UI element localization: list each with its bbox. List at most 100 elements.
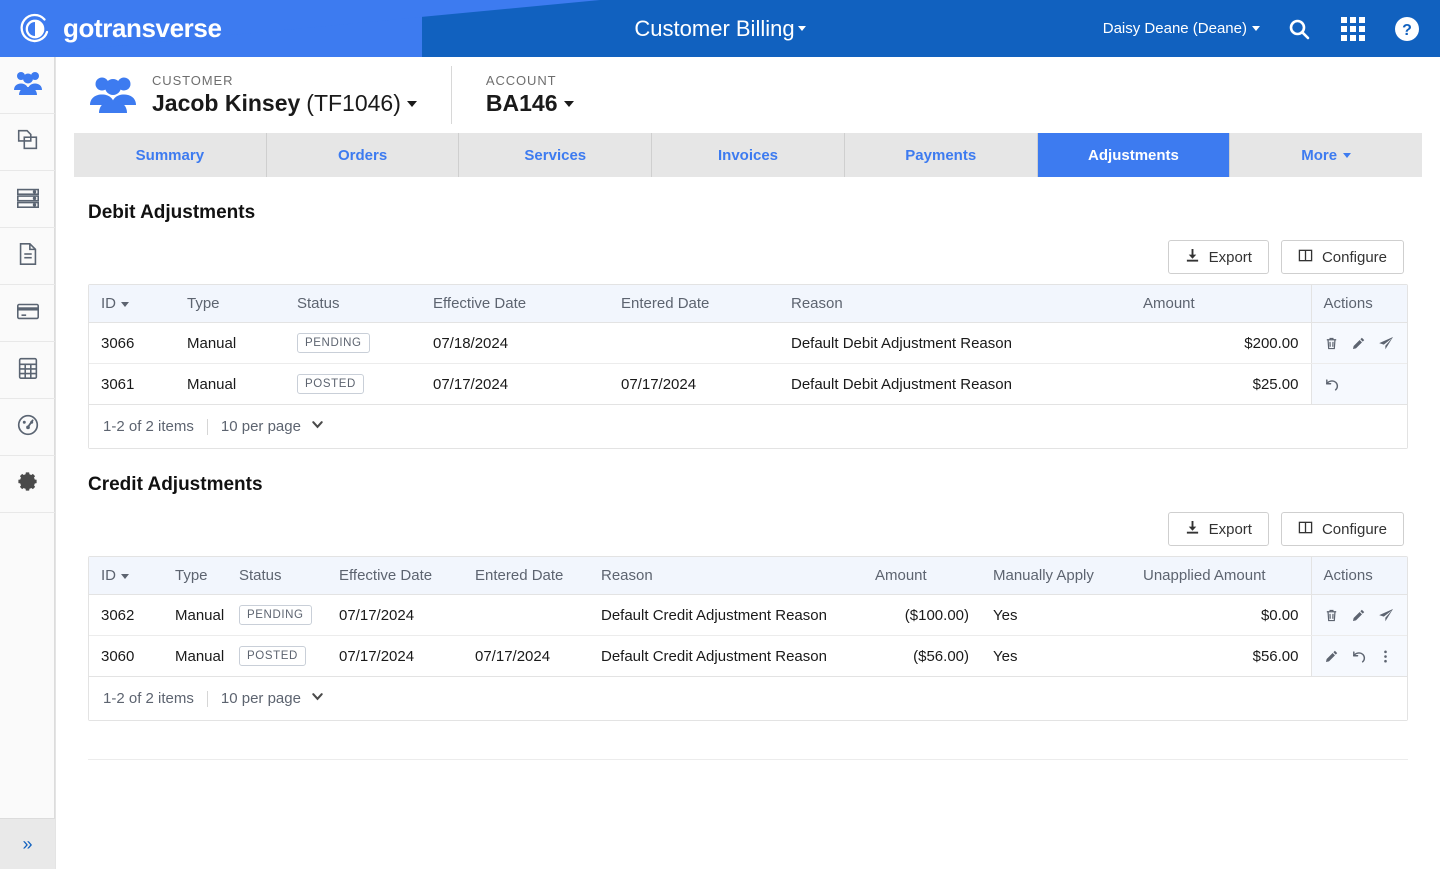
col-header-reason[interactable]: Reason [779,285,1131,323]
customer-selector[interactable]: Jacob Kinsey (TF1046) [152,89,417,118]
cell-reason: Default Debit Adjustment Reason [779,322,1131,364]
col-header-label: Amount [875,567,927,584]
send-icon[interactable] [1378,335,1394,351]
account-selector[interactable]: BA146 [486,89,574,118]
send-icon[interactable] [1378,607,1394,623]
cell-actions [1310,594,1407,636]
sort-desc-caret-icon [121,573,129,579]
credit-configure-button[interactable]: Configure [1280,512,1404,546]
help-circle-icon[interactable]: ? [1392,14,1422,44]
debit-configure-button[interactable]: Configure [1280,240,1404,274]
user-menu[interactable]: Daisy Deane (Deane) [1103,20,1260,37]
cell-effective-date: 07/17/2024 [421,363,609,405]
credit-export-button[interactable]: Export [1167,512,1269,546]
trash-icon[interactable] [1324,608,1339,623]
app-title-menu[interactable]: Customer Billing [634,16,806,42]
col-header-entered-date[interactable]: Entered Date [609,285,779,323]
rail-item-servers[interactable] [0,171,55,228]
cell-reason: Default Debit Adjustment Reason [779,363,1131,405]
cell-status: PENDING [285,322,421,364]
col-header-label: Type [187,295,220,312]
col-header-actions: Actions [1310,285,1407,323]
col-header-status[interactable]: Status [285,285,421,323]
cell-reason: Default Credit Adjustment Reason [589,635,863,677]
cell-actions [1310,322,1407,364]
tab-more[interactable]: More [1230,133,1423,177]
col-header-effective-date[interactable]: Effective Date [327,557,463,595]
tab-summary[interactable]: Summary [74,133,267,177]
caret-down-icon [563,100,574,107]
dashboard-gauge-icon [15,412,41,443]
cell-entered-date [463,594,589,636]
credit-adjustments-title: Credit Adjustments [88,474,263,495]
pencil-icon[interactable] [1351,608,1366,623]
col-header-label: Amount [1143,295,1195,312]
rail-item-dashboard[interactable] [0,399,55,456]
table-row[interactable]: 3060 Manual POSTED 07/17/2024 07/17/2024… [89,635,1407,677]
account-tabs: Summary Orders Services Invoices Payment… [74,133,1423,177]
col-header-unapplied-amount[interactable]: Unapplied Amount [1131,557,1311,595]
rail-item-documents[interactable] [0,228,55,285]
table-row[interactable]: 3062 Manual PENDING 07/17/2024 Default C… [89,594,1407,636]
debit-export-button[interactable]: Export [1167,240,1269,274]
undo-icon[interactable] [1351,649,1366,664]
document-icon [15,241,41,272]
col-header-reason[interactable]: Reason [589,557,863,595]
col-header-id[interactable]: ID [89,285,175,323]
cell-entered-date: 07/17/2024 [609,363,779,405]
col-header-entered-date[interactable]: Entered Date [463,557,589,595]
cell-type: Manual [175,363,285,405]
col-header-amount[interactable]: Amount [863,557,981,595]
col-header-manually-apply[interactable]: Manually Apply [981,557,1131,595]
col-header-effective-date[interactable]: Effective Date [421,285,609,323]
rail-item-products[interactable] [0,114,55,171]
rail-expand-button[interactable]: » [0,818,55,869]
tab-label: Payments [905,146,977,164]
undo-icon[interactable] [1324,377,1339,392]
tab-orders[interactable]: Orders [266,133,460,177]
download-icon [1185,248,1200,267]
servers-stack-icon [15,184,41,215]
customer-label: CUSTOMER [152,73,234,88]
brand-logo-area[interactable]: gotransverse [18,0,222,57]
col-header-type[interactable]: Type [163,557,227,595]
credit-per-page-selector[interactable]: 10 per page [221,689,325,708]
pager-divider [206,690,208,707]
tab-adjustments[interactable]: Adjustments [1037,133,1231,177]
col-header-label: Entered Date [621,295,710,312]
credit-adjustments-table: ID Type Status Effective Date Entered Da… [89,557,1407,677]
rail-item-calculator[interactable] [0,342,55,399]
rail-item-payments[interactable] [0,285,55,342]
table-row[interactable]: 3066 Manual PENDING 07/18/2024 Default D… [89,322,1407,364]
tab-services[interactable]: Services [459,133,653,177]
col-header-id[interactable]: ID [89,557,163,595]
pencil-icon[interactable] [1351,336,1366,351]
customer-context-block: CUSTOMER Jacob Kinsey (TF1046) [152,72,417,118]
rail-item-settings[interactable] [0,456,55,513]
pencil-icon[interactable] [1324,649,1339,664]
search-icon[interactable] [1284,14,1314,44]
col-header-actions: Actions [1310,557,1407,595]
cell-manually-apply: Yes [981,635,1131,677]
tab-payments[interactable]: Payments [844,133,1038,177]
columns-icon [1298,248,1313,267]
col-header-type[interactable]: Type [175,285,285,323]
application-window: gotransverse Customer Billing Daisy Dean… [0,0,1440,869]
cell-type: Manual [175,322,285,364]
table-row[interactable]: 3061 Manual POSTED 07/17/2024 07/17/2024… [89,363,1407,405]
debit-per-page-selector[interactable]: 10 per page [221,417,325,436]
rail-item-customers[interactable] [0,57,55,114]
app-grid-icon[interactable] [1338,14,1368,44]
more-vertical-icon[interactable] [1378,649,1393,664]
col-header-amount[interactable]: Amount [1131,285,1311,323]
tab-label: Adjustments [1088,146,1179,164]
cell-type: Manual [163,635,227,677]
col-header-status[interactable]: Status [227,557,327,595]
left-icon-rail: » [0,57,55,869]
cell-id: 3061 [89,363,175,405]
col-header-label: Reason [601,567,653,584]
caret-down-icon [406,100,417,107]
credit-per-page-label: 10 per page [220,690,301,707]
tab-invoices[interactable]: Invoices [652,133,845,177]
trash-icon[interactable] [1324,336,1339,351]
